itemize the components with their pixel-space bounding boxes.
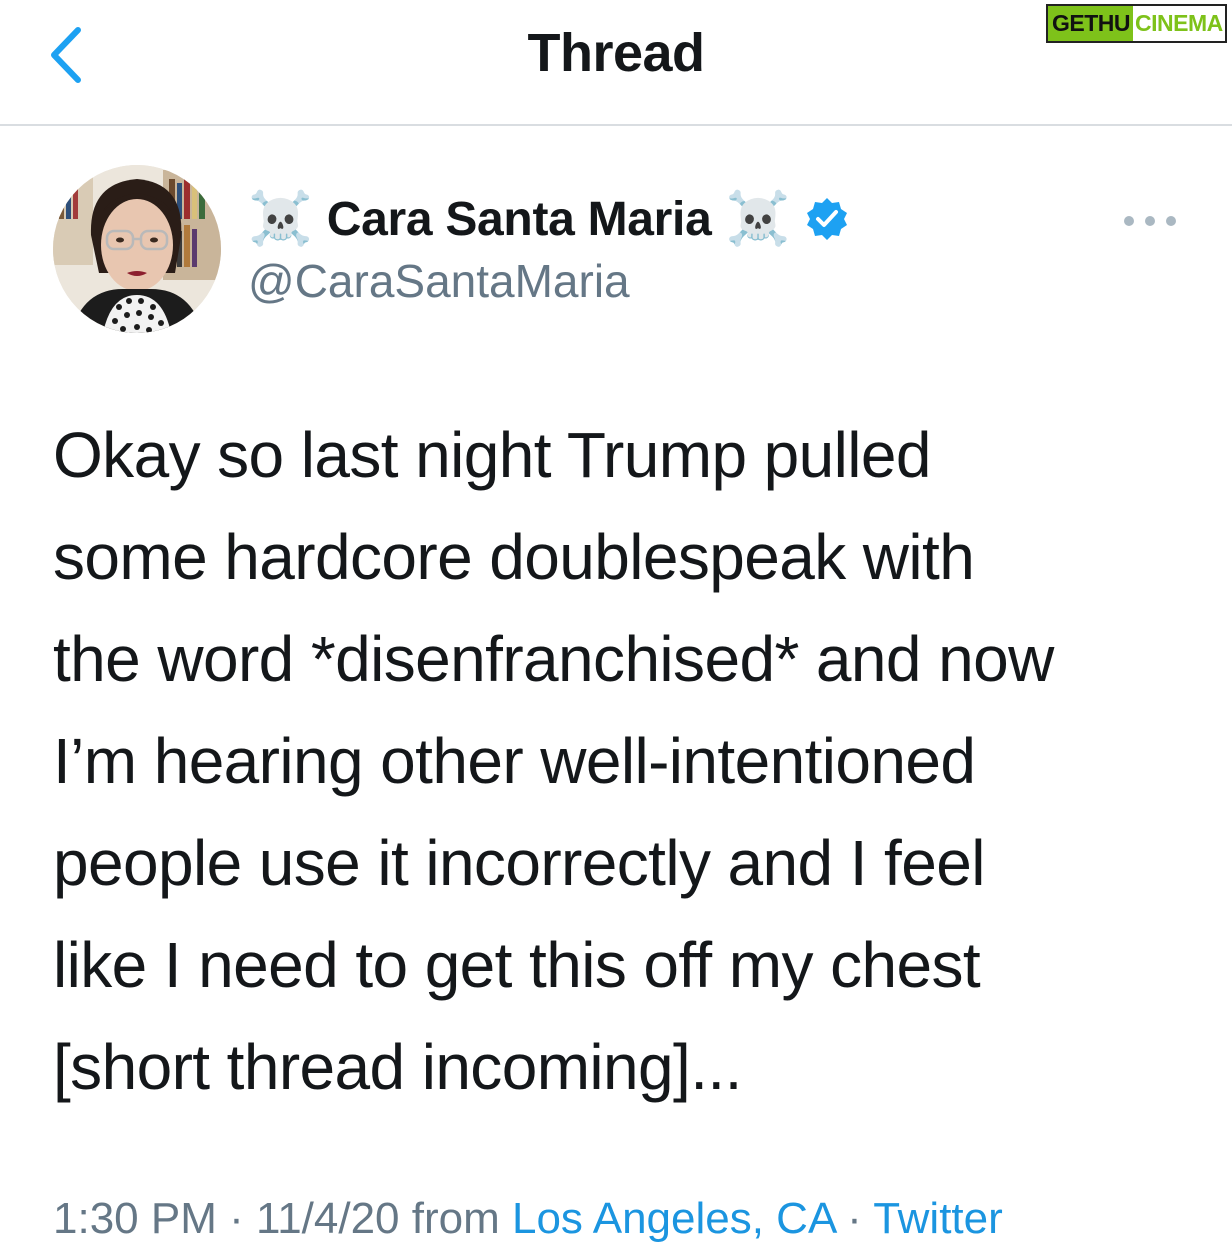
author-name-row[interactable]: ☠️ Cara Santa Maria ☠️ xyxy=(248,184,850,254)
source-link[interactable]: Twitter xyxy=(873,1194,1003,1243)
tweet-meta: 1:30 PM · 11/4/20 from Los Angeles, CA ·… xyxy=(53,1194,1003,1243)
tweet-date: 11/4/20 xyxy=(255,1194,400,1243)
navigation-bar: Thread GETHU CINEMA xyxy=(0,0,1232,126)
display-name[interactable]: Cara Santa Maria xyxy=(327,192,712,247)
tweet-detail: ☠️ Cara Santa Maria ☠️ @CaraSantaMaria O… xyxy=(0,128,1232,1243)
avatar[interactable] xyxy=(53,165,221,333)
skull-emoji-left: ☠️ xyxy=(248,190,313,248)
verified-badge-icon xyxy=(807,198,848,240)
more-horizontal-icon xyxy=(1124,216,1134,226)
skull-emoji-right: ☠️ xyxy=(725,190,791,248)
watermark-logo: GETHU CINEMA xyxy=(1046,0,1230,46)
watermark-part2: CINEMA xyxy=(1133,3,1227,43)
tweet-time: 1:30 PM xyxy=(53,1194,217,1243)
avatar-image xyxy=(53,165,221,333)
location-link[interactable]: Los Angeles, CA xyxy=(512,1194,835,1243)
watermark-part1: GETHU xyxy=(1046,3,1133,43)
more-options-button[interactable] xyxy=(1124,206,1176,236)
tweet-text: Okay so last night Trump pulled some har… xyxy=(53,419,1054,1103)
author-handle[interactable]: @CaraSantaMaria xyxy=(248,254,630,308)
